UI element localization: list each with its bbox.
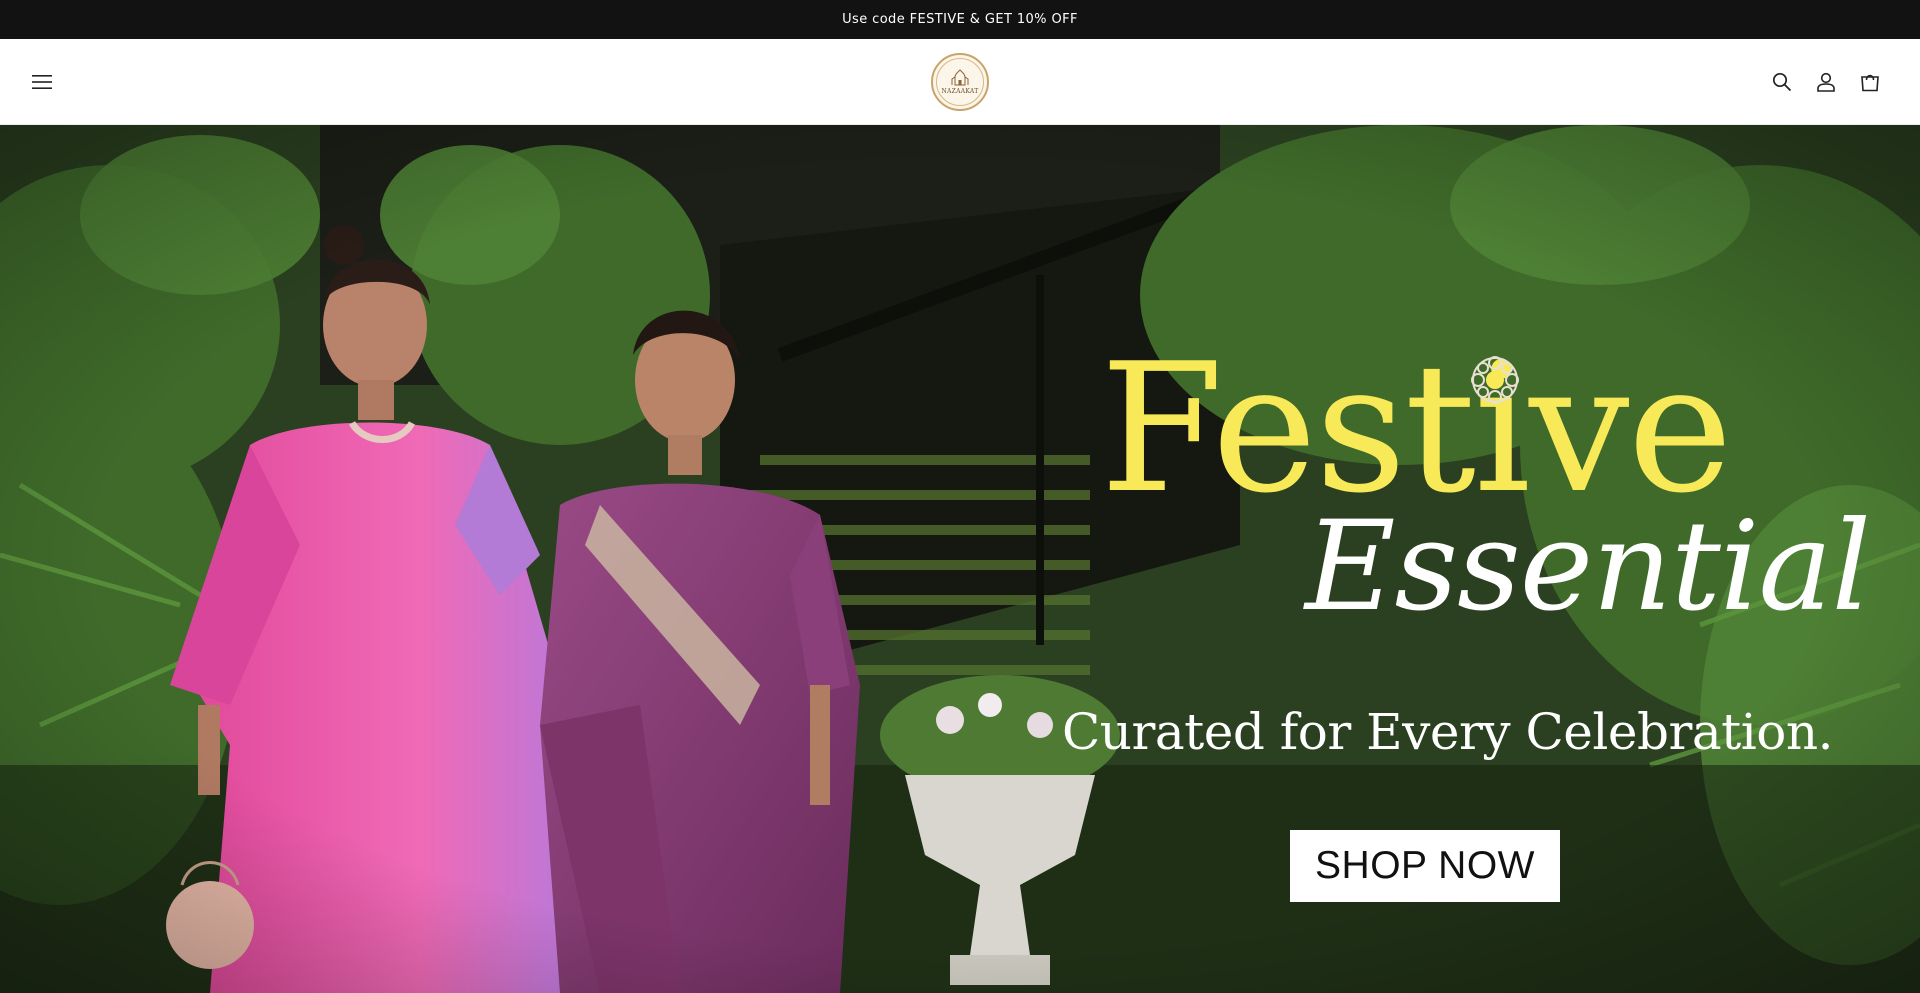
- hero-banner[interactable]: Festive Essential Curated for Every Cele…: [0, 125, 1920, 993]
- hero-headline: Festive: [1100, 325, 1733, 532]
- hero-tagline: Curated for Every Celebration.: [1062, 703, 1833, 761]
- search-button[interactable]: [1760, 60, 1804, 104]
- announcement-text: Use code FESTIVE & GET 10% OFF: [842, 12, 1078, 27]
- account-icon: [1817, 72, 1835, 92]
- hero-subheadline: Essential: [1305, 495, 1871, 639]
- cart-icon: [1861, 74, 1879, 92]
- search-icon: [1772, 72, 1792, 92]
- announcement-bar: Use code FESTIVE & GET 10% OFF: [0, 0, 1920, 39]
- brand-logo[interactable]: NAZAAKAT: [931, 53, 989, 111]
- menu-button[interactable]: [20, 60, 64, 104]
- shop-now-button[interactable]: SHOP NOW: [1290, 830, 1560, 902]
- site-header: NAZAAKAT: [0, 39, 1920, 125]
- account-button[interactable]: [1804, 60, 1848, 104]
- menu-icon: [32, 75, 52, 89]
- logo-emblem: NAZAAKAT: [936, 58, 984, 106]
- flower-icon: [1471, 356, 1519, 404]
- palace-icon: [951, 69, 969, 86]
- logo-text: NAZAAKAT: [941, 88, 979, 95]
- cart-button[interactable]: [1848, 60, 1892, 104]
